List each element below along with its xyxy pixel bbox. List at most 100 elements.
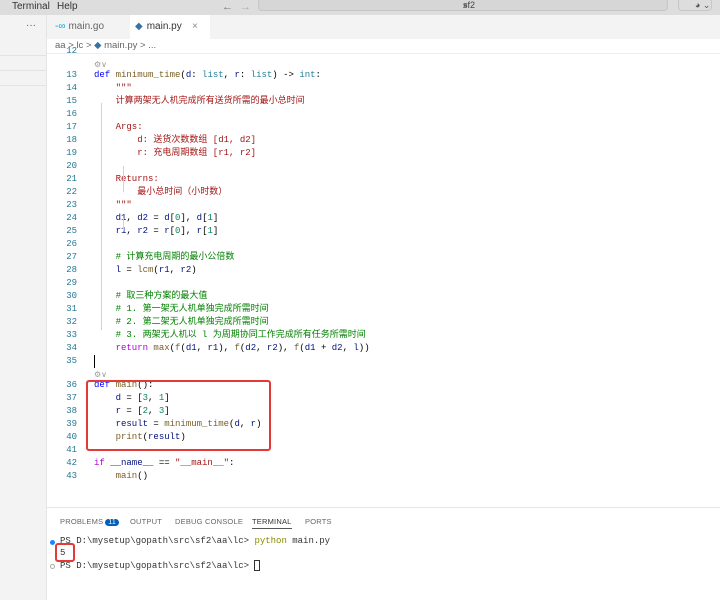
code-line: 34 return max(f(d1, r1), f(d2, r2), f(d1… bbox=[47, 342, 720, 355]
code-text: 最小总时间（小时数） bbox=[94, 186, 227, 199]
code-line: 19 r: 充电周期数组 [r1, r2] bbox=[47, 147, 720, 160]
code-token: # 2. 第二架无人机单独完成所需时间 bbox=[94, 317, 269, 327]
terminal-cursor[interactable] bbox=[254, 560, 261, 571]
code-token: r2 bbox=[180, 265, 192, 275]
code-token: r: 充电周期数组 [r1, r2] bbox=[94, 148, 257, 158]
code-line: 15 计算两架无人机完成所有送货所需的最小总时间 bbox=[47, 95, 720, 108]
code-token: int bbox=[299, 70, 316, 80]
highlight-box-output bbox=[55, 543, 75, 562]
code-text: # 取三种方案的最大值 bbox=[94, 290, 208, 303]
command-search[interactable]: ⌕ sf2 bbox=[258, 0, 668, 11]
line-number: 33 bbox=[66, 330, 77, 340]
code-line: 30 # 取三种方案的最大值 bbox=[47, 290, 720, 303]
highlight-box-main bbox=[86, 380, 271, 451]
code-line: 23 """ bbox=[47, 199, 720, 212]
code-line: 31 # 1. 第一架无人机单独完成所需时间 bbox=[47, 303, 720, 316]
code-text: return max(f(d1, r1), f(d2, r2), f(d1 + … bbox=[94, 342, 370, 355]
code-token: ), bbox=[218, 343, 235, 353]
code-token: = bbox=[148, 226, 165, 236]
code-token: = bbox=[121, 265, 138, 275]
code-token: def bbox=[94, 70, 116, 80]
code-line: 25 r1, r2 = r[0], r[1] bbox=[47, 225, 720, 238]
code-line: 33 # 3. 两架无人机以 l 为周期协同工作完成所有任务所需时间 bbox=[47, 329, 720, 342]
tab-label: main.py bbox=[146, 21, 182, 32]
code-token: + bbox=[315, 343, 332, 353]
line-number: 39 bbox=[66, 419, 77, 429]
code-text: def minimum_time(d: list, r: list) -> in… bbox=[94, 69, 321, 82]
line-number: 31 bbox=[66, 304, 77, 314]
line-number: 22 bbox=[66, 187, 77, 197]
code-text: Returns: bbox=[94, 173, 159, 186]
menu-help[interactable]: Help bbox=[57, 1, 78, 12]
forward-button[interactable]: → bbox=[240, 1, 251, 13]
code-token: d2 bbox=[331, 343, 343, 353]
bottom-panel: PROBLEMS 11 OUTPUT DEBUG CONSOLE TERMINAL… bbox=[47, 507, 720, 600]
code-token: , bbox=[342, 343, 354, 353]
indent-guide bbox=[123, 218, 124, 231]
code-token: r1 bbox=[207, 343, 219, 353]
line-number: 25 bbox=[66, 226, 77, 236]
more-actions-button[interactable]: ··· bbox=[26, 20, 36, 31]
line-number: 18 bbox=[66, 135, 77, 145]
line-number: 36 bbox=[66, 380, 77, 390]
code-token: , bbox=[126, 213, 138, 223]
code-line: 20 bbox=[47, 160, 720, 173]
line-number: 30 bbox=[66, 291, 77, 301]
code-line: 35 bbox=[47, 355, 720, 368]
menu-terminal[interactable]: Terminal bbox=[12, 1, 50, 12]
code-token: , bbox=[169, 265, 181, 275]
prompt: PS D:\mysetup\gopath\src\sf2\aa\lc> bbox=[60, 536, 255, 546]
code-line: 18 d: 送货次数数组 [d1, d2] bbox=[47, 134, 720, 147]
line-number: 42 bbox=[66, 458, 77, 468]
code-line: 13 def minimum_time(d: list, r: list) -> … bbox=[47, 69, 720, 82]
tab-label: main.go bbox=[68, 21, 105, 32]
code-token: d1 bbox=[185, 343, 197, 353]
tab-bar: -∞ main.go ◆ main.py × bbox=[47, 15, 720, 39]
line-number: 17 bbox=[66, 122, 77, 132]
code-line: 16 bbox=[47, 108, 720, 121]
code-token: # 计算充电周期的最小公倍数 bbox=[94, 252, 235, 262]
tab-output[interactable]: OUTPUT bbox=[130, 517, 162, 526]
code-token: ) -> bbox=[272, 70, 300, 80]
code-token: if bbox=[94, 458, 111, 468]
code-token: Returns: bbox=[94, 174, 159, 184]
command-pending-icon bbox=[50, 564, 55, 569]
close-tab-icon[interactable]: × bbox=[192, 15, 198, 39]
line-number: 35 bbox=[66, 356, 77, 366]
code-token: d2 bbox=[245, 343, 257, 353]
python-icon: ◆ bbox=[135, 21, 143, 32]
code-text: d: 送货次数数组 [d1, d2] bbox=[94, 134, 256, 147]
code-text: 计算两架无人机完成所有送货所需的最小总时间 bbox=[94, 95, 305, 108]
code-text: d1, d2 = d[0], d[1] bbox=[94, 212, 219, 225]
code-line: 24 d1, d2 = d[0], d[1] bbox=[47, 212, 720, 225]
copilot-button[interactable]: ◕ ⌄ bbox=[678, 0, 712, 11]
code-line: 27 # 计算充电周期的最小公倍数 bbox=[47, 251, 720, 264]
code-line: 28 l = lcm(r1, r2) bbox=[47, 264, 720, 277]
tab-ports[interactable]: PORTS bbox=[305, 517, 332, 526]
text-cursor bbox=[94, 355, 95, 368]
line-number: 26 bbox=[66, 239, 77, 249]
line-number: 28 bbox=[66, 265, 77, 275]
code-token: )) bbox=[358, 343, 370, 353]
code-token: , bbox=[196, 343, 208, 353]
back-button[interactable]: ← bbox=[222, 1, 233, 13]
code-line: 17 Args: bbox=[47, 121, 720, 134]
tab-terminal[interactable]: TERMINAL bbox=[252, 517, 292, 529]
line-number: 37 bbox=[66, 393, 77, 403]
code-token: d2 bbox=[137, 213, 149, 223]
code-line: 21 Returns: bbox=[47, 173, 720, 186]
line-number: 34 bbox=[66, 343, 77, 353]
tab-debug-console[interactable]: DEBUG CONSOLE bbox=[175, 517, 243, 526]
tab-problems[interactable]: PROBLEMS 11 bbox=[60, 517, 119, 526]
command-args: main.py bbox=[286, 536, 331, 546]
tab-main-go[interactable]: -∞ main.go bbox=[55, 15, 130, 39]
code-token: r1 bbox=[94, 226, 127, 236]
code-line: 14 """ bbox=[47, 82, 720, 95]
code-token: 最小总时间（小时数） bbox=[94, 187, 228, 197]
code-token: # 1. 第一架无人机单独完成所需时间 bbox=[94, 304, 269, 314]
line-number: 15 bbox=[66, 96, 77, 106]
code-text: # 3. 两架无人机以 l 为周期协同工作完成所有任务所需时间 bbox=[94, 329, 366, 342]
line-number: 41 bbox=[66, 445, 77, 455]
go-icon: -∞ bbox=[55, 21, 66, 32]
code-token: : bbox=[229, 458, 235, 468]
